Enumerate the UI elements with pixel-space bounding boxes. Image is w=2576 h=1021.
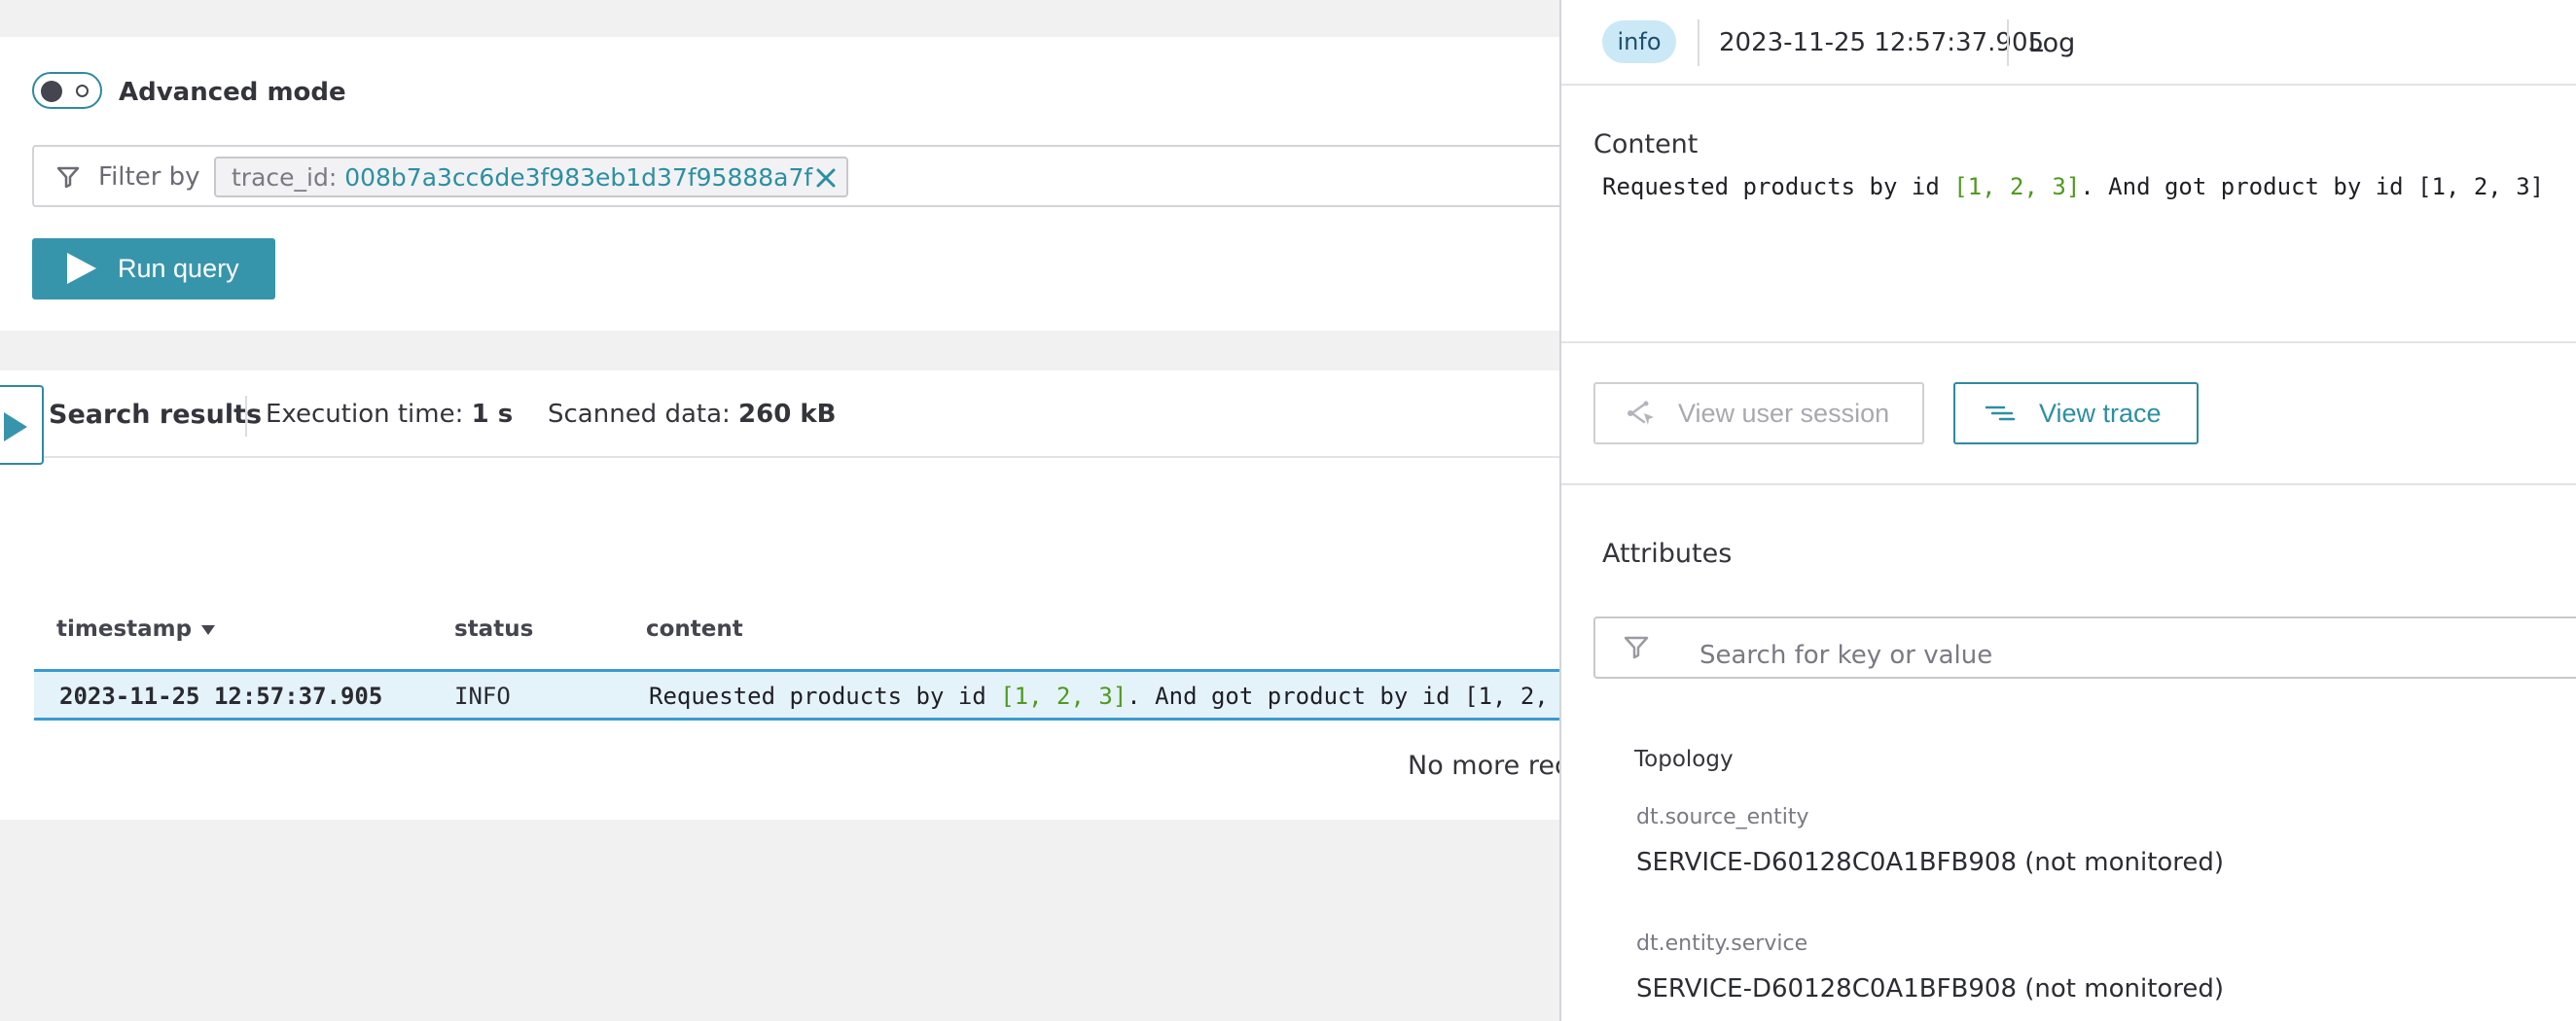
- view-trace-label: View trace: [2039, 399, 2162, 428]
- sort-descending-icon: [201, 624, 216, 635]
- no-more-records-label: No more reco: [1408, 751, 1586, 781]
- column-header-content[interactable]: content: [646, 616, 743, 642]
- filter-chip-trace-id[interactable]: trace_id: 008b7a3cc6de3f983eb1d37f95888a…: [214, 157, 848, 197]
- run-query-label: Run query: [118, 254, 239, 283]
- filter-by-label: Filter by: [98, 162, 200, 192]
- column-header-status[interactable]: status: [454, 616, 533, 642]
- row-content: Requested products by id [1, 2, 3]. And …: [649, 683, 1549, 710]
- user-session-icon: [1628, 401, 1654, 425]
- column-header-label: timestamp: [56, 616, 193, 642]
- attribute-search-input[interactable]: [1593, 616, 2576, 679]
- row-content-highlight: [1, 2, 3]: [1000, 683, 1127, 710]
- row-content-text-end: . And got product by id [1, 2,: [1127, 683, 1549, 710]
- filter-icon: [1624, 636, 1649, 659]
- results-panel: Search results Execution time: 1 s Scann…: [0, 370, 1585, 820]
- row-status: INFO: [454, 683, 511, 710]
- log-level-badge: info: [1602, 20, 1676, 63]
- advanced-mode-toggle[interactable]: [32, 72, 102, 109]
- content-text-end: . And got product by id [1, 2, 3]: [2080, 173, 2545, 200]
- results-header: Search results Execution time: 1 s Scann…: [0, 370, 1559, 465]
- content-text-start: Requested products by id: [1602, 173, 1954, 200]
- detail-header-divider: [1698, 19, 1699, 66]
- run-query-button[interactable]: Run query: [32, 238, 275, 299]
- view-user-session-label: View user session: [1678, 399, 1890, 428]
- detail-timestamp: 2023-11-25 12:57:37.905: [1719, 28, 2045, 57]
- play-icon: [67, 253, 96, 284]
- detail-header: info 2023-11-25 12:57:37.905 Log: [1561, 0, 2576, 86]
- scanned-data-label: Scanned data:: [548, 400, 731, 429]
- filter-chip-value: 008b7a3cc6de3f983eb1d37f95888a7f: [344, 163, 813, 192]
- content-text: Requested products by id [1, 2, 3]. And …: [1602, 173, 2544, 200]
- view-trace-button[interactable]: View trace: [1953, 382, 2199, 444]
- advanced-mode-label: Advanced mode: [119, 78, 346, 107]
- section-divider: [1561, 483, 2576, 485]
- content-highlight: [1, 2, 3]: [1953, 173, 2081, 200]
- column-header-timestamp[interactable]: timestamp: [56, 616, 216, 642]
- section-divider: [1561, 341, 2576, 343]
- toggle-off-indicator: [76, 85, 89, 97]
- scanned-data-value: 260 kB: [738, 400, 837, 429]
- execution-time-label: Execution time:: [266, 400, 464, 429]
- row-content-text: Requested products by id: [649, 683, 1001, 710]
- expand-triangle-icon: [4, 412, 27, 441]
- scanned-data: Scanned data: 260 kB: [548, 400, 836, 429]
- log-detail-panel: info 2023-11-25 12:57:37.905 Log Content…: [1559, 0, 2576, 1021]
- filter-bar[interactable]: Filter by trace_id: 008b7a3cc6de3f983eb1…: [32, 145, 1559, 207]
- execution-time: Execution time: 1 s: [266, 400, 513, 429]
- query-panel: Advanced mode Filter by trace_id: 008b7a…: [0, 37, 1559, 331]
- attribute-key: dt.entity.service: [1636, 932, 1808, 956]
- attributes-heading: Attributes: [1602, 539, 1733, 569]
- filter-icon: [56, 166, 80, 189]
- expand-panel-button[interactable]: [0, 385, 44, 465]
- attribute-key: dt.source_entity: [1636, 805, 1809, 829]
- search-results-title: Search results: [49, 400, 263, 430]
- attribute-value: SERVICE-D60128C0A1BFB908 (not monitored): [1636, 848, 2225, 877]
- row-timestamp: 2023-11-25 12:57:37.905: [59, 683, 383, 710]
- toggle-knob: [41, 81, 62, 102]
- topology-heading: Topology: [1634, 747, 1734, 772]
- trace-icon: [1985, 405, 2016, 421]
- table-row[interactable]: 2023-11-25 12:57:37.905 INFO Requested p…: [34, 669, 1559, 721]
- detail-type: Log: [2028, 28, 2076, 58]
- attribute-value: SERVICE-D60128C0A1BFB908 (not monitored): [1636, 974, 2225, 1003]
- filter-chip-key: trace_id:: [232, 163, 338, 192]
- remove-filter-close-icon[interactable]: [815, 167, 837, 189]
- view-user-session-button[interactable]: View user session: [1593, 382, 1924, 444]
- content-heading: Content: [1593, 129, 1699, 159]
- header-divider: [245, 396, 247, 437]
- detail-header-divider: [2007, 19, 2009, 66]
- execution-time-value: 1 s: [471, 400, 514, 429]
